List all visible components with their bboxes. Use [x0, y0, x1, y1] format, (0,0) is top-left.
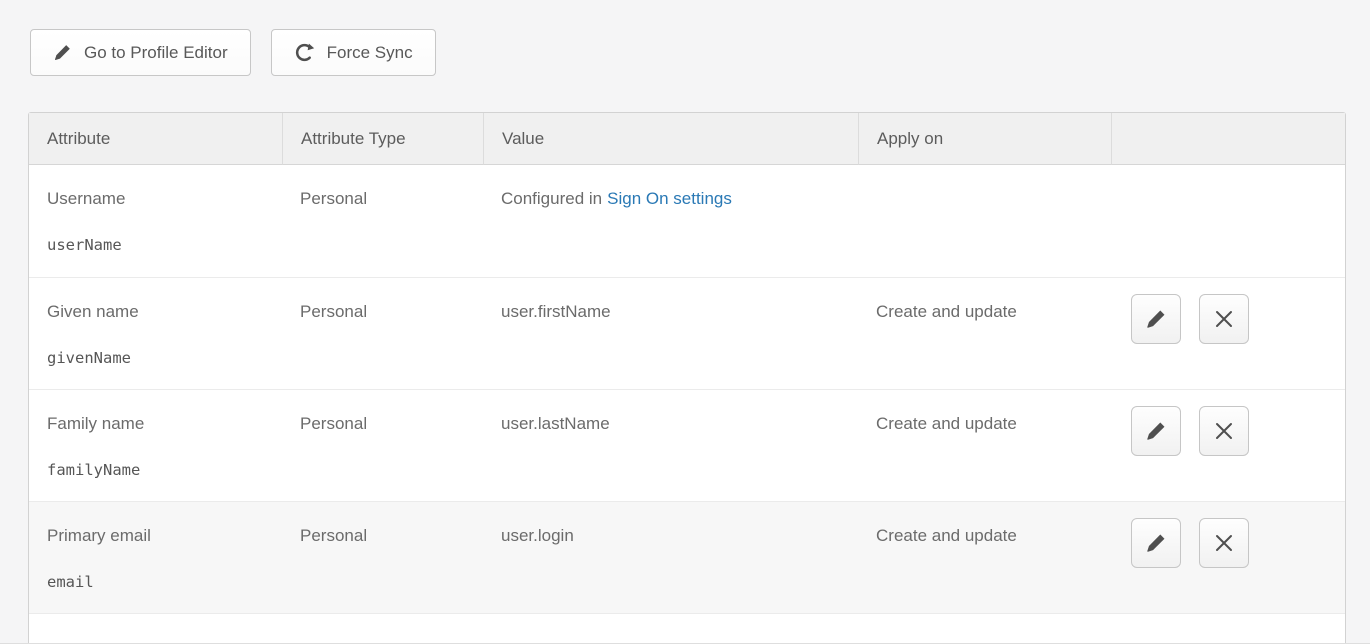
go-to-profile-editor-label: Go to Profile Editor	[84, 43, 228, 63]
sign-on-settings-link[interactable]: Sign On settings	[607, 189, 732, 208]
x-icon	[1214, 309, 1234, 329]
attribute-label: Username	[47, 189, 270, 209]
delete-attribute-button[interactable]	[1199, 294, 1249, 344]
attribute-label: Family name	[47, 414, 270, 434]
column-header-apply-on: Apply on	[858, 113, 1111, 165]
edit-attribute-button[interactable]	[1131, 406, 1181, 456]
toolbar: Go to Profile Editor Force Sync	[0, 0, 1370, 76]
x-icon	[1214, 421, 1234, 441]
column-header-attribute-type: Attribute Type	[282, 113, 483, 165]
pencil-icon	[53, 43, 72, 62]
value-text: user.firstName	[483, 277, 858, 389]
attribute-mapping-table-container: Attribute Attribute Type Value Apply on …	[28, 112, 1346, 644]
table-header-row: Attribute Attribute Type Value Apply on	[29, 113, 1345, 165]
go-to-profile-editor-button[interactable]: Go to Profile Editor	[30, 29, 251, 76]
column-header-value: Value	[483, 113, 858, 165]
table-row-given-name: Given name givenName Personal user.first…	[29, 277, 1345, 389]
value-text: Configured in	[501, 189, 602, 208]
attribute-variable-name: givenName	[47, 349, 270, 367]
edit-attribute-button[interactable]	[1131, 518, 1181, 568]
delete-attribute-button[interactable]	[1199, 406, 1249, 456]
attribute-type: Personal	[282, 277, 483, 389]
edit-attribute-button[interactable]	[1131, 294, 1181, 344]
attribute-label: Primary email	[47, 526, 270, 546]
pencil-icon	[1145, 532, 1167, 554]
attribute-mapping-table: Attribute Attribute Type Value Apply on …	[28, 112, 1346, 644]
attribute-label: Given name	[47, 302, 270, 322]
apply-on-value: Create and update	[858, 501, 1111, 613]
x-icon	[1214, 533, 1234, 553]
apply-on-value: Create and update	[858, 277, 1111, 389]
attribute-type: Personal	[282, 501, 483, 613]
table-row-primary-email: Primary email email Personal user.login …	[29, 501, 1345, 613]
apply-on-value	[858, 165, 1111, 277]
table-row-family-name: Family name familyName Personal user.las…	[29, 389, 1345, 501]
attribute-variable-name: familyName	[47, 461, 270, 479]
table-row-partial	[29, 613, 1345, 644]
pencil-icon	[1145, 420, 1167, 442]
column-header-attribute: Attribute	[29, 113, 282, 165]
delete-attribute-button[interactable]	[1199, 518, 1249, 568]
table-row-username: Username userName Personal Configured in…	[29, 165, 1345, 277]
pencil-icon	[1145, 308, 1167, 330]
force-sync-button[interactable]: Force Sync	[271, 29, 436, 76]
attribute-type: Personal	[282, 389, 483, 501]
attribute-variable-name: userName	[47, 236, 270, 254]
apply-on-value: Create and update	[858, 389, 1111, 501]
attribute-type: Personal	[282, 165, 483, 277]
value-text: user.lastName	[483, 389, 858, 501]
refresh-icon	[294, 42, 315, 63]
attribute-variable-name: email	[47, 573, 270, 591]
force-sync-label: Force Sync	[327, 43, 413, 63]
value-text: user.login	[483, 501, 858, 613]
column-header-actions	[1111, 113, 1345, 165]
